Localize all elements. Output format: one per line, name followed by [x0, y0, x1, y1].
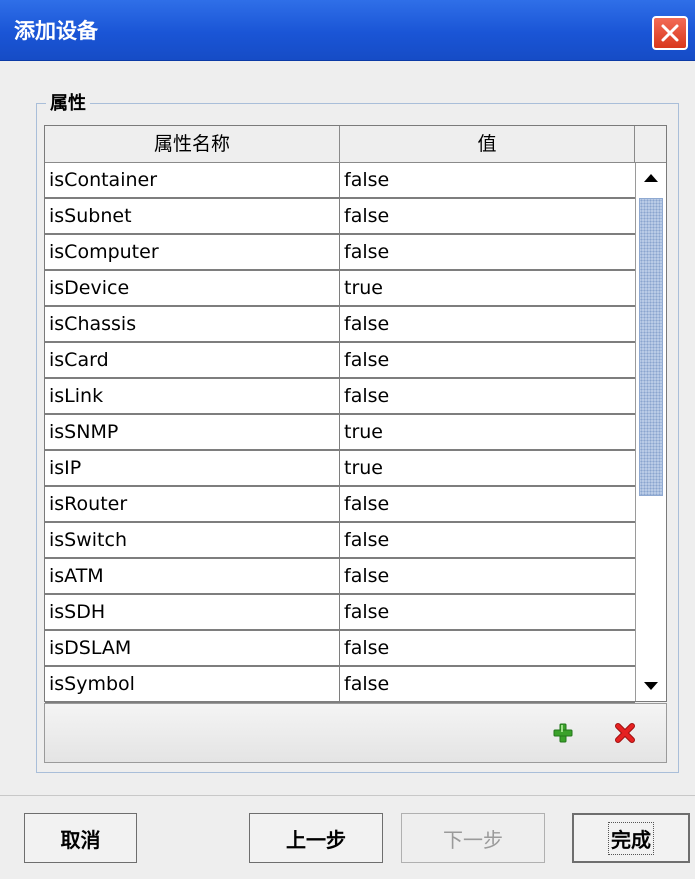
attribute-value-cell[interactable]: true [340, 451, 635, 485]
attribute-name-cell[interactable]: isIP [45, 451, 340, 485]
add-attribute-button[interactable] [543, 713, 583, 753]
table-row[interactable]: isSubnet false [45, 199, 635, 235]
title-bar: 添加设备 [0, 0, 695, 61]
vertical-scrollbar[interactable] [635, 163, 666, 701]
attribute-value-cell[interactable]: true [340, 271, 635, 305]
table-row[interactable]: isContainer false [45, 163, 635, 199]
delete-x-icon [615, 723, 635, 743]
previous-step-button[interactable]: 上一步 [249, 813, 383, 863]
attribute-name-cell[interactable]: isSNMP [45, 415, 340, 449]
attribute-name-cell[interactable]: isSwitch [45, 523, 340, 557]
attribute-value-cell[interactable]: false [340, 199, 635, 233]
table-row[interactable]: isLink false [45, 379, 635, 415]
attribute-name-cell[interactable]: isCard [45, 343, 340, 377]
attributes-table: 属性名称 值 isContainer false isSubnet false isCo… [44, 125, 667, 703]
arrow-up-icon [644, 174, 658, 182]
next-step-button[interactable]: 下一步 [401, 813, 545, 863]
attribute-value-cell[interactable]: false [340, 307, 635, 341]
table-body: isContainer false isSubnet false isComputer f… [45, 163, 635, 703]
attribute-name-cell[interactable]: isDevice [45, 271, 340, 305]
window-title: 添加设备 [14, 19, 98, 43]
column-header-name[interactable]: 属性名称 [45, 126, 340, 162]
delete-attribute-button[interactable] [605, 713, 645, 753]
table-row[interactable]: isIP true [45, 451, 635, 487]
finish-button[interactable]: 完成 [572, 813, 690, 863]
attribute-name-cell[interactable]: isDSLAM [45, 631, 340, 665]
attribute-name-cell[interactable]: isSDH [45, 595, 340, 629]
table-row[interactable]: isSymbol false [45, 667, 635, 703]
previous-label: 上一步 [286, 827, 346, 852]
close-button[interactable] [652, 16, 688, 50]
attribute-value-cell[interactable]: false [340, 523, 635, 557]
attribute-value-cell[interactable]: false [340, 487, 635, 521]
attribute-value-cell[interactable]: false [340, 667, 635, 701]
table-row[interactable]: isSwitch false [45, 523, 635, 559]
attribute-value-cell[interactable]: true [340, 415, 635, 449]
table-row[interactable]: isComputer false [45, 235, 635, 271]
close-icon [661, 24, 679, 42]
attribute-name-cell[interactable]: isLink [45, 379, 340, 413]
attribute-value-cell[interactable]: false [340, 595, 635, 629]
table-toolbar [44, 703, 667, 763]
attribute-value-cell[interactable]: false [340, 343, 635, 377]
attribute-value-cell[interactable]: false [340, 235, 635, 269]
group-legend: 属性 [46, 89, 90, 115]
table-header: 属性名称 值 [45, 126, 666, 163]
arrow-down-icon [644, 682, 658, 690]
table-row[interactable]: isDevice true [45, 271, 635, 307]
attribute-name-cell[interactable]: isATM [45, 559, 340, 593]
attribute-name-cell[interactable]: isSubnet [45, 199, 340, 233]
scroll-down-button[interactable] [636, 671, 666, 701]
attribute-value-cell[interactable]: false [340, 163, 635, 197]
attribute-name-cell[interactable]: isSymbol [45, 667, 340, 701]
table-row[interactable]: isSDH false [45, 595, 635, 631]
attribute-value-cell[interactable]: false [340, 379, 635, 413]
header-corner [635, 126, 666, 162]
attribute-value-cell[interactable]: false [340, 559, 635, 593]
column-header-value[interactable]: 值 [340, 126, 635, 162]
scroll-thumb[interactable] [639, 198, 663, 496]
finish-label: 完成 [608, 821, 654, 855]
plus-icon [553, 723, 573, 743]
table-row[interactable]: isDSLAM false [45, 631, 635, 667]
next-label: 下一步 [443, 827, 503, 852]
table-row[interactable]: isCard false [45, 343, 635, 379]
attribute-value-cell[interactable]: false [340, 631, 635, 665]
table-row[interactable]: isChassis false [45, 307, 635, 343]
cancel-label: 取消 [60, 827, 101, 852]
footer-divider [0, 795, 695, 796]
table-row[interactable]: isATM false [45, 559, 635, 595]
attribute-name-cell[interactable]: isComputer [45, 235, 340, 269]
table-row[interactable]: isRouter false [45, 487, 635, 523]
scroll-up-button[interactable] [636, 163, 666, 193]
attribute-name-cell[interactable]: isContainer [45, 163, 340, 197]
cancel-button[interactable]: 取消 [24, 813, 137, 863]
table-row[interactable]: isSNMP true [45, 415, 635, 451]
attribute-name-cell[interactable]: isChassis [45, 307, 340, 341]
attribute-name-cell[interactable]: isRouter [45, 487, 340, 521]
